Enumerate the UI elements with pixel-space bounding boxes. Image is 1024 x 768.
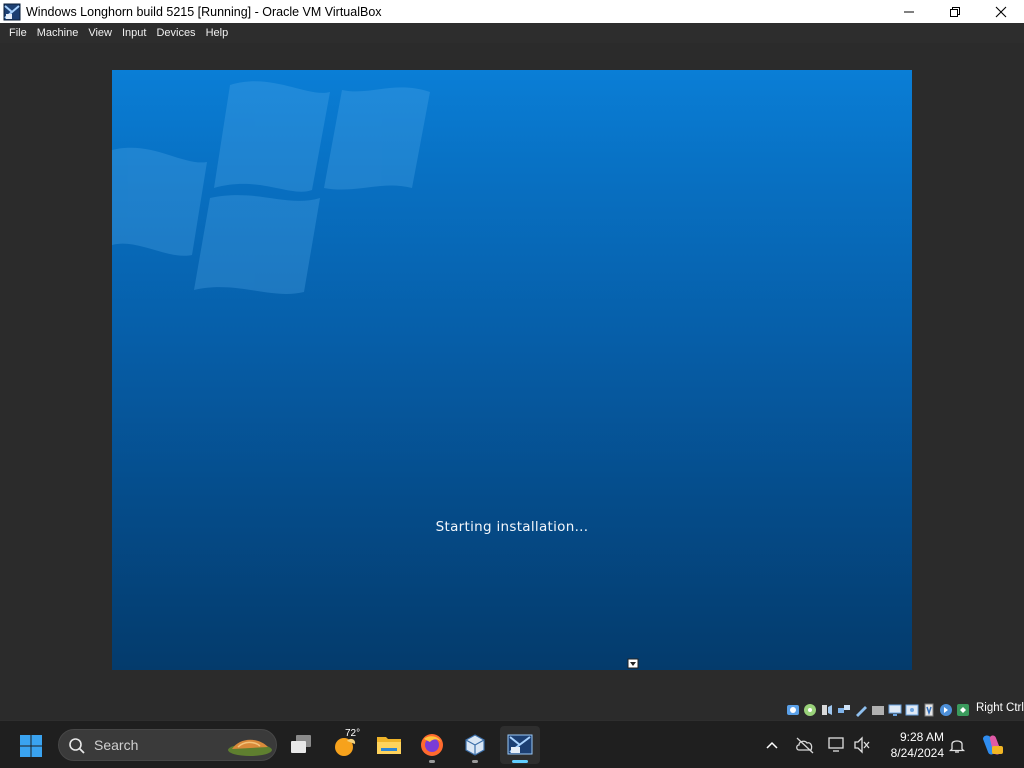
menu-help[interactable]: Help — [201, 23, 234, 43]
menu-file[interactable]: File — [4, 23, 32, 43]
menu-bar: File Machine View Input Devices Help — [0, 23, 1024, 43]
system-clock[interactable]: 9:28 AM 8/24/2024 — [884, 729, 944, 761]
hard-disk-icon[interactable] — [786, 703, 800, 717]
busy-cursor-icon — [627, 658, 639, 669]
menu-machine[interactable]: Machine — [32, 23, 84, 43]
close-button[interactable] — [978, 0, 1024, 23]
search-placeholder: Search — [94, 737, 139, 753]
running-indicator — [429, 760, 435, 763]
vm-display-area: Starting installation... — [0, 43, 1024, 699]
menu-input[interactable]: Input — [117, 23, 151, 43]
vm-screen[interactable]: Starting installation... — [112, 70, 912, 670]
device-status-icons — [786, 701, 970, 718]
virtualbox-manager-button[interactable] — [455, 726, 495, 764]
taskbar: Search 72° 9:28 AM 8/24/2024 — [0, 720, 1024, 768]
running-indicator — [472, 760, 478, 763]
menu-devices[interactable]: Devices — [151, 23, 200, 43]
search-icon — [69, 738, 85, 754]
virtualbox-vm-icon — [3, 3, 21, 20]
restore-icon — [950, 6, 960, 17]
show-hidden-icons-chevron-icon[interactable] — [765, 739, 779, 751]
task-view-icon — [291, 735, 311, 753]
weather-temperature: 72° — [345, 728, 361, 739]
shared-folders-icon[interactable] — [871, 703, 885, 717]
notification-bell-icon[interactable] — [948, 736, 966, 754]
onedrive-offline-icon[interactable] — [795, 736, 815, 754]
vbox-status-bar: Right Ctrl — [0, 699, 1024, 720]
start-button[interactable] — [19, 734, 43, 758]
virtualbox-vm-icon — [507, 734, 533, 755]
optical-drive-icon[interactable] — [803, 703, 817, 717]
folder-icon — [377, 737, 401, 754]
clock-time: 9:28 AM — [899, 730, 944, 744]
firefox-icon — [421, 734, 443, 756]
network-display-icon[interactable] — [828, 736, 846, 754]
taskbar-search-box[interactable]: Search — [58, 729, 277, 761]
keyboard-icon[interactable] — [956, 703, 970, 717]
windows-logo-watermark — [112, 81, 430, 294]
installation-status-text: Starting installation... — [435, 519, 589, 535]
maximize-button[interactable] — [932, 0, 978, 23]
minimize-icon — [904, 11, 914, 12]
virtualbox-cube-icon — [465, 734, 485, 756]
clock-date: 8/24/2024 — [890, 746, 944, 760]
window-title: Windows Longhorn build 5215 [Running] - … — [26, 4, 382, 19]
recording-icon[interactable] — [905, 703, 919, 717]
task-view-button[interactable] — [281, 726, 321, 764]
file-explorer-button[interactable] — [369, 726, 409, 764]
firefox-button[interactable] — [412, 726, 452, 764]
menu-view[interactable]: View — [83, 23, 117, 43]
volume-muted-icon[interactable] — [853, 736, 871, 754]
host-key-label[interactable]: Right Ctrl — [976, 702, 1024, 714]
mouse-integration-icon[interactable] — [939, 703, 953, 717]
network-icon[interactable] — [837, 703, 851, 717]
title-bar: Windows Longhorn build 5215 [Running] - … — [0, 0, 1024, 23]
virtualbox-vm-window-button[interactable] — [500, 726, 540, 764]
search-highlight-image — [228, 739, 272, 756]
copilot-icon[interactable] — [980, 733, 1004, 757]
window-controls — [886, 0, 1024, 23]
display-icon[interactable] — [888, 703, 902, 717]
usb-icon[interactable] — [854, 703, 868, 717]
minimize-button[interactable] — [886, 0, 932, 23]
close-icon — [995, 6, 1007, 17]
active-window-indicator — [512, 760, 528, 763]
cpu-icon[interactable] — [922, 703, 936, 717]
audio-icon[interactable] — [820, 703, 834, 717]
